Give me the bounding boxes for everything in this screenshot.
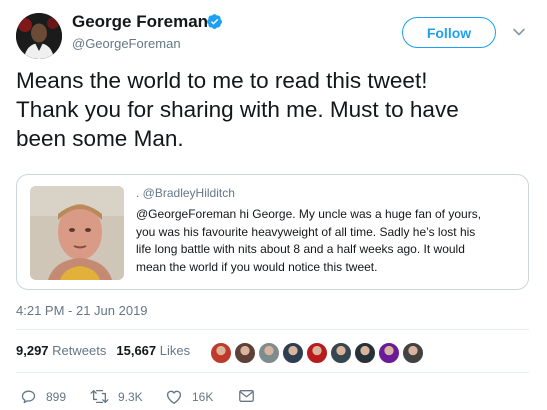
tweet-text-line: Thank you for sharing with me. Must to h… xyxy=(16,97,459,122)
divider xyxy=(16,372,529,373)
liker-avatar[interactable] xyxy=(282,342,304,364)
retweet-action[interactable]: 9.3K xyxy=(90,388,143,405)
tweet-text-line: been some Man. xyxy=(16,126,184,151)
author-handle[interactable]: @GeorgeForeman xyxy=(72,36,181,51)
tweet-text: Means the world to me to read this tweet… xyxy=(16,66,536,153)
retweet-icon xyxy=(90,389,109,404)
direct-message-action[interactable] xyxy=(238,388,264,404)
verified-badge-icon xyxy=(207,14,222,29)
like-count: 16K xyxy=(192,389,214,404)
reply-icon xyxy=(21,390,36,404)
likes-label: Likes xyxy=(159,343,191,358)
liker-avatar[interactable] xyxy=(258,342,280,364)
quoted-text-line: you was his favourite heavyweight of all… xyxy=(136,224,476,239)
liker-avatar[interactable] xyxy=(354,342,376,364)
author-name[interactable]: George Foreman xyxy=(72,12,208,32)
retweet-count: 9.3K xyxy=(118,389,143,404)
liker-avatar[interactable] xyxy=(330,342,352,364)
liker-avatar[interactable] xyxy=(234,342,256,364)
author-avatar[interactable] xyxy=(16,13,62,59)
quoted-text-line: mean the world if you would notice this … xyxy=(136,259,378,274)
divider xyxy=(16,329,529,330)
quoted-text-line: life long battle with nits about 8 and a… xyxy=(136,242,465,256)
like-action[interactable]: 16K xyxy=(165,388,213,405)
likes-count: 15,667 xyxy=(116,343,157,358)
quoted-tweet-photo[interactable] xyxy=(30,186,124,280)
tweet-text-line: Means the world to me to read this tweet… xyxy=(16,68,428,93)
liker-avatar[interactable] xyxy=(402,342,424,364)
direct-message-icon xyxy=(239,390,254,402)
liker-avatar[interactable] xyxy=(210,342,232,364)
quoted-tweet-text: @GeorgeForeman hi George. My uncle was a… xyxy=(136,206,521,276)
quoted-tweet[interactable]: . @BradleyHilditch @GeorgeForeman hi Geo… xyxy=(16,174,529,290)
like-icon xyxy=(166,390,182,404)
quoted-text-line: @GeorgeForeman hi George. My uncle was a… xyxy=(136,207,482,221)
likes-stat[interactable]: 15,667 Likes xyxy=(116,343,190,358)
follow-button[interactable]: Follow xyxy=(402,17,496,48)
liker-avatar[interactable] xyxy=(378,342,400,364)
tweet-stats: 9,297 Retweets 15,667 Likes xyxy=(16,343,190,358)
reply-action[interactable]: 899 xyxy=(20,388,66,405)
reply-count: 899 xyxy=(46,389,67,404)
liker-avatar[interactable] xyxy=(306,342,328,364)
retweets-count: 9,297 xyxy=(16,343,49,358)
retweets-stat[interactable]: 9,297 Retweets xyxy=(16,343,106,358)
retweets-label: Retweets xyxy=(52,343,107,358)
chevron-down-icon[interactable] xyxy=(512,25,526,39)
tweet-timestamp[interactable]: 4:21 PM - 21 Jun 2019 xyxy=(16,303,148,318)
quoted-tweet-handle[interactable]: . @BradleyHilditch xyxy=(136,186,235,200)
